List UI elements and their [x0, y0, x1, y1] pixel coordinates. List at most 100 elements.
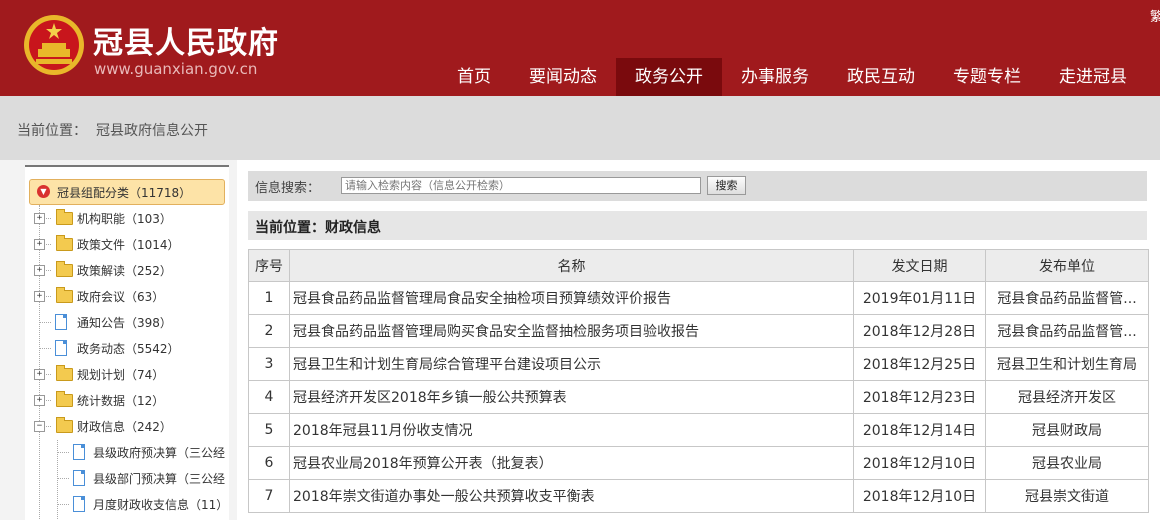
info-table: 序号 名称 发文日期 发布单位 1 冠县食品药品监督管理局食品安全抽检项目预算绩效… [248, 249, 1149, 513]
expand-icon[interactable]: + [34, 265, 45, 276]
tree-item-label: 县级部门预决算（三公经 [93, 472, 226, 486]
tree-item[interactable]: + 政策解读（252） [25, 261, 229, 281]
search-input[interactable] [341, 177, 701, 194]
search-button[interactable]: 搜索 [707, 176, 746, 195]
row-date: 2018年12月28日 [853, 314, 986, 348]
table-row: 6 冠县农业局2018年预算公开表（批复表） 2018年12月10日 冠县农业局 [248, 446, 1149, 480]
row-unit: 冠县农业局 [985, 446, 1149, 480]
row-seq: 1 [248, 281, 290, 315]
document-icon [55, 340, 67, 356]
tree-item[interactable]: 县级部门预决算（三公经 [25, 469, 229, 489]
folder-icon [56, 261, 73, 277]
table-row: 5 2018年冠县11月份收支情况 2018年12月14日 冠县财政局 [248, 413, 1149, 447]
table-row: 3 冠县卫生和计划生育局综合管理平台建设项目公示 2018年12月25日 冠县卫生和计… [248, 347, 1149, 381]
expand-icon[interactable]: + [34, 239, 45, 250]
tree-item[interactable]: + 政府会议（63） [25, 287, 229, 307]
tree-item-label: 政策解读（252） [77, 264, 172, 278]
row-seq: 3 [248, 347, 290, 381]
tree-item-label: 统计数据（12） [77, 394, 165, 408]
column-header-seq: 序号 [248, 249, 290, 282]
site-url: www.guanxian.gov.cn [94, 60, 258, 78]
tree-item-label: 通知公告（398） [77, 316, 172, 330]
site-header: 冠县人民政府 www.guanxian.gov.cn 繁 首页 要闻动态 政务公开办… [0, 0, 1160, 96]
national-emblem-icon [24, 15, 84, 75]
table-row: 7 2018年崇文街道办事处一般公共预算收支平衡表 2018年12月10日 冠县崇文街… [248, 479, 1149, 513]
tree-connector [57, 504, 69, 505]
tree-item[interactable]: 月度财政收支信息（11） [25, 495, 229, 515]
tree-item[interactable]: 政务动态（5542） [25, 339, 229, 359]
breadcrumb: 当前位置： 冠县政府信息公开 [0, 96, 1160, 160]
row-title-link[interactable]: 冠县农业局2018年预算公开表（批复表） [289, 446, 854, 480]
row-seq: 7 [248, 479, 290, 513]
collapse-icon[interactable]: ▼ [37, 185, 50, 198]
tree-item-label: 规划计划（74） [77, 368, 165, 382]
row-date: 2018年12月25日 [853, 347, 986, 381]
traditional-chinese-link[interactable]: 繁 [1150, 6, 1160, 25]
tree-item[interactable]: 县级政府预决算（三公经 [25, 443, 229, 463]
breadcrumb-link[interactable]: 冠县政府信息公开 [96, 120, 208, 140]
row-seq: 5 [248, 413, 290, 447]
table-header-row: 序号 名称 发文日期 发布单位 [248, 249, 1149, 282]
site-name: 冠县人民政府 [93, 26, 279, 61]
document-icon [73, 496, 85, 512]
expand-icon[interactable]: + [34, 395, 45, 406]
row-title-link[interactable]: 2018年崇文街道办事处一般公共预算收支平衡表 [289, 479, 854, 513]
column-header-date: 发文日期 [853, 249, 986, 282]
tree-item-label: 政策文件（1014） [77, 238, 180, 252]
tree-item[interactable]: 通知公告（398） [25, 313, 229, 333]
row-unit: 冠县财政局 [985, 413, 1149, 447]
row-seq: 4 [248, 380, 290, 414]
expand-icon[interactable]: + [34, 291, 45, 302]
folder-open-icon [56, 417, 73, 433]
table-row: 2 冠县食品药品监督管理局购买食品安全监督抽检服务项目验收报告 2018年12月28… [248, 314, 1149, 348]
row-title-link[interactable]: 冠县食品药品监督管理局购买食品安全监督抽检服务项目验收报告 [289, 314, 854, 348]
nav-item[interactable]: 走进冠县 [1040, 58, 1146, 96]
row-date: 2018年12月10日 [853, 446, 986, 480]
sidebar: ▼ 冠县组配分类（11718） + 机构职能（103） + 政策文件（1014） + 政策… [0, 160, 237, 520]
row-title-link[interactable]: 冠县经济开发区2018年乡镇一般公共预算表 [289, 380, 854, 414]
nav-item[interactable]: 首页 [438, 58, 510, 96]
tree-item[interactable]: − 财政信息（242） [25, 417, 229, 437]
row-unit: 冠县崇文街道 [985, 479, 1149, 513]
row-unit: 冠县经济开发区 [985, 380, 1149, 414]
row-title-link[interactable]: 2018年冠县11月份收支情况 [289, 413, 854, 447]
tree-root-label: 冠县组配分类（11718） [57, 186, 192, 200]
tree-item-label: 财政信息（242） [77, 420, 172, 434]
nav-item[interactable]: 政务公开 [616, 58, 722, 96]
tree-connector [57, 452, 69, 453]
document-icon [73, 444, 85, 460]
nav-item[interactable]: 要闻动态 [510, 58, 616, 96]
row-unit: 冠县食品药品监督管... [985, 281, 1149, 315]
row-title-link[interactable]: 冠县卫生和计划生育局综合管理平台建设项目公示 [289, 347, 854, 381]
tree-root[interactable]: ▼ 冠县组配分类（11718） [29, 179, 225, 205]
row-date: 2018年12月23日 [853, 380, 986, 414]
row-date: 2018年12月10日 [853, 479, 986, 513]
table-row: 1 冠县食品药品监督管理局食品安全抽检项目预算绩效评价报告 2019年01月11日冠… [248, 281, 1149, 315]
folder-icon [56, 209, 73, 225]
tree-item[interactable]: + 规划计划（74） [25, 365, 229, 385]
expand-icon[interactable]: + [34, 213, 45, 224]
document-icon [73, 470, 85, 486]
row-unit: 冠县食品药品监督管... [985, 314, 1149, 348]
nav-item[interactable]: 政民互动 [828, 58, 934, 96]
row-date: 2019年01月11日 [853, 281, 986, 315]
tree-item-label: 县级政府预决算（三公经 [93, 446, 226, 460]
tree-item-label: 机构职能（103） [77, 212, 172, 226]
column-header-unit: 发布单位 [985, 249, 1149, 282]
document-icon [55, 314, 67, 330]
collapse-icon[interactable]: − [34, 421, 45, 432]
row-title-link[interactable]: 冠县食品药品监督管理局食品安全抽检项目预算绩效评价报告 [289, 281, 854, 315]
tree-connector [39, 322, 51, 323]
tree-item[interactable]: + 统计数据（12） [25, 391, 229, 411]
tree-item[interactable]: + 机构职能（103） [25, 209, 229, 229]
expand-icon[interactable]: + [34, 369, 45, 380]
nav-item[interactable]: 专题专栏 [934, 58, 1040, 96]
tree-item-label: 政务动态（5542） [77, 342, 180, 356]
tree-connector [57, 478, 69, 479]
folder-icon [56, 391, 73, 407]
row-date: 2018年12月14日 [853, 413, 986, 447]
row-unit: 冠县卫生和计划生育局 [985, 347, 1149, 381]
tree-item[interactable]: + 政策文件（1014） [25, 235, 229, 255]
nav-item[interactable]: 办事服务 [722, 58, 828, 96]
category-tree: ▼ 冠县组配分类（11718） + 机构职能（103） + 政策文件（1014） + 政策… [25, 165, 229, 520]
